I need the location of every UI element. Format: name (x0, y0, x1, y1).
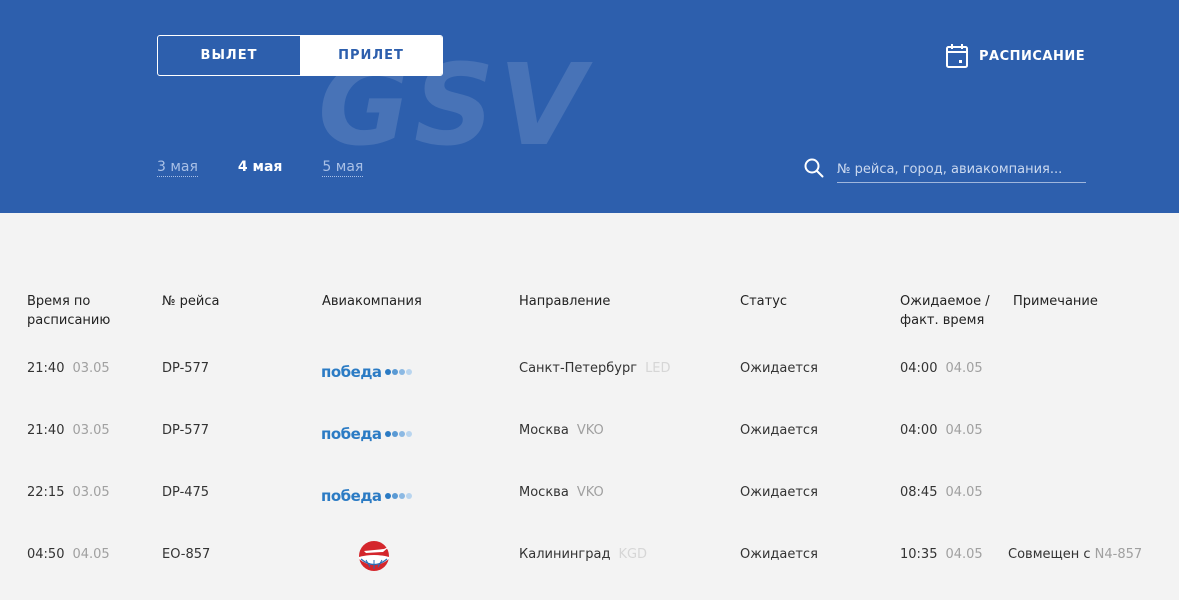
col-header-direction: Направление (519, 294, 611, 309)
scheduled-date: 04.05 (72, 547, 110, 562)
note-cell: Совмещен с N4-857 (1008, 547, 1142, 562)
scheduled-time: 21:40 (27, 361, 65, 376)
city-name: Санкт-Петербург (519, 361, 638, 376)
airport-code: KGD (618, 547, 648, 562)
search-input[interactable] (837, 156, 1086, 183)
expected-time-cell: 04:00 04.05 (900, 423, 983, 438)
col-header-expected-line2: факт. время (900, 313, 985, 328)
scheduled-date: 03.05 (72, 423, 110, 438)
note-flight-code: N4-857 (1094, 547, 1143, 562)
scheduled-time: 04:50 (27, 547, 65, 562)
direction-cell: Калининград KGD (519, 547, 647, 562)
scheduled-date: 03.05 (72, 485, 110, 500)
col-header-note: Примечание (1013, 294, 1098, 309)
scheduled-time-cell: 21:40 03.05 (27, 423, 110, 438)
schedule-link[interactable]: РАСПИСАНИЕ (945, 43, 1085, 69)
tab-departure[interactable]: ВЫЛЕТ (158, 36, 300, 75)
expected-time-cell: 10:35 04.05 (900, 547, 983, 562)
city-name: Москва (519, 485, 569, 500)
col-header-scheduled-time-line1: Время по (27, 294, 91, 309)
pobeda-logo-text: победа (321, 425, 382, 443)
scheduled-time: 22:15 (27, 485, 65, 500)
header-bar: GSV ВЫЛЕТ ПРИЛЕТ РАСПИСАНИЕ 3 мая 4 мая … (0, 0, 1179, 213)
scheduled-time-cell: 22:15 03.05 (27, 485, 110, 500)
search-icon[interactable] (804, 158, 824, 178)
airport-code: VKO (576, 485, 604, 500)
status-text: Ожидается (740, 485, 818, 500)
date-prev[interactable]: 3 мая (157, 159, 198, 177)
date-next[interactable]: 5 мая (322, 159, 364, 177)
pobeda-logo: победа (321, 363, 412, 381)
col-header-flight: № рейса (162, 294, 220, 309)
note-text: Совмещен с (1008, 547, 1091, 562)
col-header-status: Статус (740, 294, 788, 309)
flight-number: DP-577 (162, 361, 210, 376)
expected-date: 04.05 (945, 547, 983, 562)
col-header-scheduled-time: Время по расписанию (27, 292, 110, 330)
scheduled-date: 03.05 (72, 361, 110, 376)
direction-cell: Санкт-Петербург LED (519, 361, 671, 376)
scheduled-time-cell: 04:50 04.05 (27, 547, 110, 562)
city-name: Москва (519, 423, 569, 438)
flight-number: EO-857 (162, 547, 211, 562)
expected-date: 04.05 (945, 485, 983, 500)
status-text: Ожидается (740, 423, 818, 438)
pobeda-logo-text: победа (321, 363, 382, 381)
expected-date: 04.05 (945, 423, 983, 438)
expected-date: 04.05 (945, 361, 983, 376)
pobeda-logo-text: победа (321, 487, 382, 505)
scheduled-time-cell: 21:40 03.05 (27, 361, 110, 376)
airport-code: LED (645, 361, 671, 376)
expected-time: 10:35 (900, 547, 938, 562)
status-text: Ожидается (740, 361, 818, 376)
col-header-expected-time: Ожидаемое / факт. время (900, 292, 990, 330)
flight-number: DP-577 (162, 423, 210, 438)
flight-number: DP-475 (162, 485, 210, 500)
scheduled-time: 21:40 (27, 423, 65, 438)
date-current[interactable]: 4 мая (238, 159, 283, 177)
ural-airlines-icon (359, 541, 390, 571)
city-name: Калининград (519, 547, 611, 562)
col-header-expected-line1: Ожидаемое / (900, 294, 990, 309)
status-text: Ожидается (740, 547, 818, 562)
airport-code: VKO (576, 423, 604, 438)
expected-time: 04:00 (900, 423, 938, 438)
direction-toggle: ВЫЛЕТ ПРИЛЕТ (157, 35, 443, 76)
pobeda-logo: победа (321, 487, 412, 505)
expected-time: 08:45 (900, 485, 938, 500)
date-selector: 3 мая 4 мая 5 мая (157, 159, 403, 177)
schedule-label: РАСПИСАНИЕ (979, 48, 1086, 64)
expected-time-cell: 04:00 04.05 (900, 361, 983, 376)
expected-time-cell: 08:45 04.05 (900, 485, 983, 500)
pobeda-logo: победа (321, 425, 412, 443)
expected-time: 04:00 (900, 361, 938, 376)
col-header-scheduled-time-line2: расписанию (27, 313, 111, 328)
direction-cell: Москва VKO (519, 485, 604, 500)
calendar-icon (946, 44, 968, 68)
col-header-airline: Авиакомпания (322, 294, 422, 309)
tab-arrival[interactable]: ПРИЛЕТ (300, 36, 442, 75)
direction-cell: Москва VKO (519, 423, 604, 438)
